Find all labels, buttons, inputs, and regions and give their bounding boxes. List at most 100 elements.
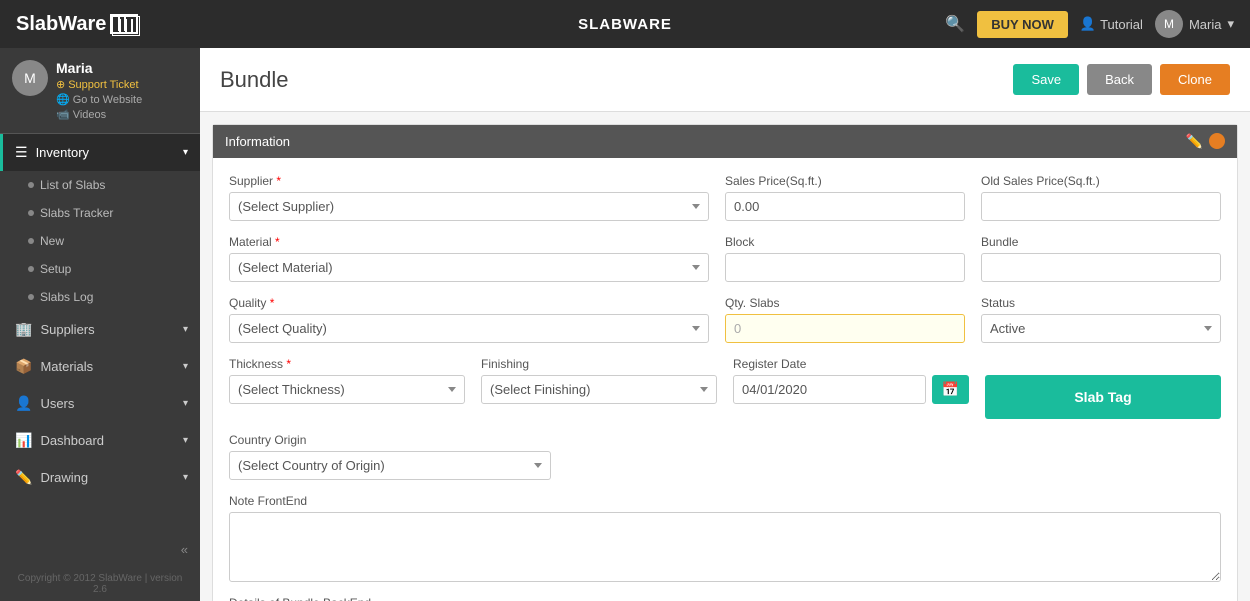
section-toggle-button[interactable] <box>1209 133 1225 149</box>
sidebar-item-materials[interactable]: 📦 Materials ▾ <box>0 348 200 385</box>
supplier-label: Supplier * <box>229 174 709 188</box>
slabs-log-label: Slabs Log <box>40 290 93 304</box>
slabs-tracker-dot <box>28 210 34 216</box>
quality-select[interactable]: (Select Quality) <box>229 314 709 343</box>
users-icon: 👤 <box>15 395 32 412</box>
form-row-3: Quality * (Select Quality) Qty. Slabs St… <box>229 296 1221 343</box>
form-row-5: Country Origin (Select Country of Origin… <box>229 433 1221 480</box>
inventory-label: Inventory <box>36 145 89 160</box>
suppliers-arrow: ▾ <box>183 324 188 335</box>
drawing-icon: ✏️ <box>15 469 32 486</box>
qty-slabs-input[interactable] <box>725 314 965 343</box>
go-to-website-link[interactable]: 🌐 Go to Website <box>56 93 142 106</box>
inventory-icon: ☰ <box>15 144 28 161</box>
old-sales-price-label: Old Sales Price(Sq.ft.) <box>981 174 1221 188</box>
user-name-label: Maria <box>1189 17 1222 32</box>
section-header-actions: ✏️ <box>1186 133 1225 150</box>
quality-label: Quality * <box>229 296 709 310</box>
buy-now-button[interactable]: BUY NOW <box>977 11 1068 38</box>
thickness-label: Thickness * <box>229 357 465 371</box>
material-label: Material * <box>229 235 709 249</box>
note-frontend-label: Note FrontEnd <box>229 494 1221 508</box>
videos-link[interactable]: 📹 Videos <box>56 108 142 121</box>
header-actions: Save Back Clone <box>1013 64 1230 95</box>
collapse-icon: « <box>181 542 188 557</box>
form-row-2: Material * (Select Material) Block Bundl… <box>229 235 1221 282</box>
inventory-arrow: ▾ <box>183 147 188 158</box>
supplier-select[interactable]: (Select Supplier) <box>229 192 709 221</box>
logo-icon <box>110 14 138 34</box>
finishing-select[interactable]: (Select Finishing) <box>481 375 717 404</box>
sidebar-sub-new[interactable]: New <box>0 227 200 255</box>
setup-label: Setup <box>40 262 71 276</box>
qty-slabs-group: Qty. Slabs <box>725 296 965 343</box>
edit-section-button[interactable]: ✏️ <box>1186 133 1203 150</box>
dashboard-icon: 📊 <box>15 432 32 449</box>
user-avatar: M <box>1155 10 1183 38</box>
form-body: Supplier * (Select Supplier) Sales Price… <box>213 158 1237 601</box>
thickness-select[interactable]: (Select Thickness) <box>229 375 465 404</box>
main-layout: M Maria ⊕ Support Ticket 🌐 Go to Website… <box>0 48 1250 601</box>
country-origin-select[interactable]: (Select Country of Origin) <box>229 451 551 480</box>
bundle-input[interactable] <box>981 253 1221 282</box>
sidebar-item-drawing[interactable]: ✏️ Drawing ▾ <box>0 459 200 496</box>
material-required: * <box>275 235 280 249</box>
support-ticket-link[interactable]: ⊕ Support Ticket <box>56 78 142 91</box>
register-date-input[interactable] <box>733 375 926 404</box>
user-menu-button[interactable]: M Maria ▾ <box>1155 10 1234 38</box>
thickness-group: Thickness * (Select Thickness) <box>229 357 465 419</box>
slab-tag-button[interactable]: Slab Tag <box>985 375 1221 419</box>
sidebar-user-info: Maria ⊕ Support Ticket 🌐 Go to Website 📹… <box>56 60 142 121</box>
search-button[interactable]: 🔍 <box>945 14 965 34</box>
materials-arrow: ▾ <box>183 361 188 372</box>
old-sales-price-group: Old Sales Price(Sq.ft.) <box>981 174 1221 221</box>
date-input-group: 📅 <box>733 375 969 404</box>
tutorial-button[interactable]: 👤 Tutorial <box>1080 16 1143 32</box>
calendar-button[interactable]: 📅 <box>932 375 969 404</box>
sidebar-sub-slabs-tracker[interactable]: Slabs Tracker <box>0 199 200 227</box>
logo-text: SlabWare <box>16 13 106 36</box>
sales-price-label: Sales Price(Sq.ft.) <box>725 174 965 188</box>
sidebar-item-inventory[interactable]: ☰ Inventory ▾ <box>0 134 200 171</box>
plus-icon: ⊕ <box>56 78 65 91</box>
sidebar-item-users[interactable]: 👤 Users ▾ <box>0 385 200 422</box>
material-group: Material * (Select Material) <box>229 235 709 282</box>
sidebar-username: Maria <box>56 60 142 76</box>
section-header: Information ✏️ <box>213 125 1237 158</box>
block-input[interactable] <box>725 253 965 282</box>
list-slabs-dot <box>28 182 34 188</box>
note-frontend-textarea[interactable] <box>229 512 1221 582</box>
register-date-group: Register Date 📅 <box>733 357 969 419</box>
drawing-label: Drawing <box>40 470 88 485</box>
country-origin-group: Country Origin (Select Country of Origin… <box>229 433 551 480</box>
finishing-label: Finishing <box>481 357 717 371</box>
back-button[interactable]: Back <box>1087 64 1152 95</box>
sidebar-sub-setup[interactable]: Setup <box>0 255 200 283</box>
clone-button[interactable]: Clone <box>1160 64 1230 95</box>
sidebar-sub-list-of-slabs[interactable]: List of Slabs <box>0 171 200 199</box>
status-select[interactable]: Active <box>981 314 1221 343</box>
sales-price-input[interactable] <box>725 192 965 221</box>
supplier-group: Supplier * (Select Supplier) <box>229 174 709 221</box>
collapse-button[interactable]: « <box>0 532 200 567</box>
sales-price-group: Sales Price(Sq.ft.) <box>725 174 965 221</box>
new-dot <box>28 238 34 244</box>
dashboard-arrow: ▾ <box>183 435 188 446</box>
supplier-required: * <box>276 174 281 188</box>
content-header: Bundle Save Back Clone <box>200 48 1250 112</box>
materials-label: Materials <box>40 359 93 374</box>
bundle-group: Bundle <box>981 235 1221 282</box>
bundle-label: Bundle <box>981 235 1221 249</box>
form-row-1: Supplier * (Select Supplier) Sales Price… <box>229 174 1221 221</box>
old-sales-price-input[interactable] <box>981 192 1221 221</box>
save-button[interactable]: Save <box>1013 64 1079 95</box>
sidebar-sub-slabs-log[interactable]: Slabs Log <box>0 283 200 311</box>
new-label: New <box>40 234 64 248</box>
sidebar-item-dashboard[interactable]: 📊 Dashboard ▾ <box>0 422 200 459</box>
sidebar-item-suppliers[interactable]: 🏢 Suppliers ▾ <box>0 311 200 348</box>
details-backend-group: Details of Bundle BackEnd <box>229 596 1221 601</box>
form-section: Information ✏️ Supplier * (Select S <box>212 124 1238 601</box>
slabs-log-dot <box>28 294 34 300</box>
drawing-arrow: ▾ <box>183 472 188 483</box>
material-select[interactable]: (Select Material) <box>229 253 709 282</box>
